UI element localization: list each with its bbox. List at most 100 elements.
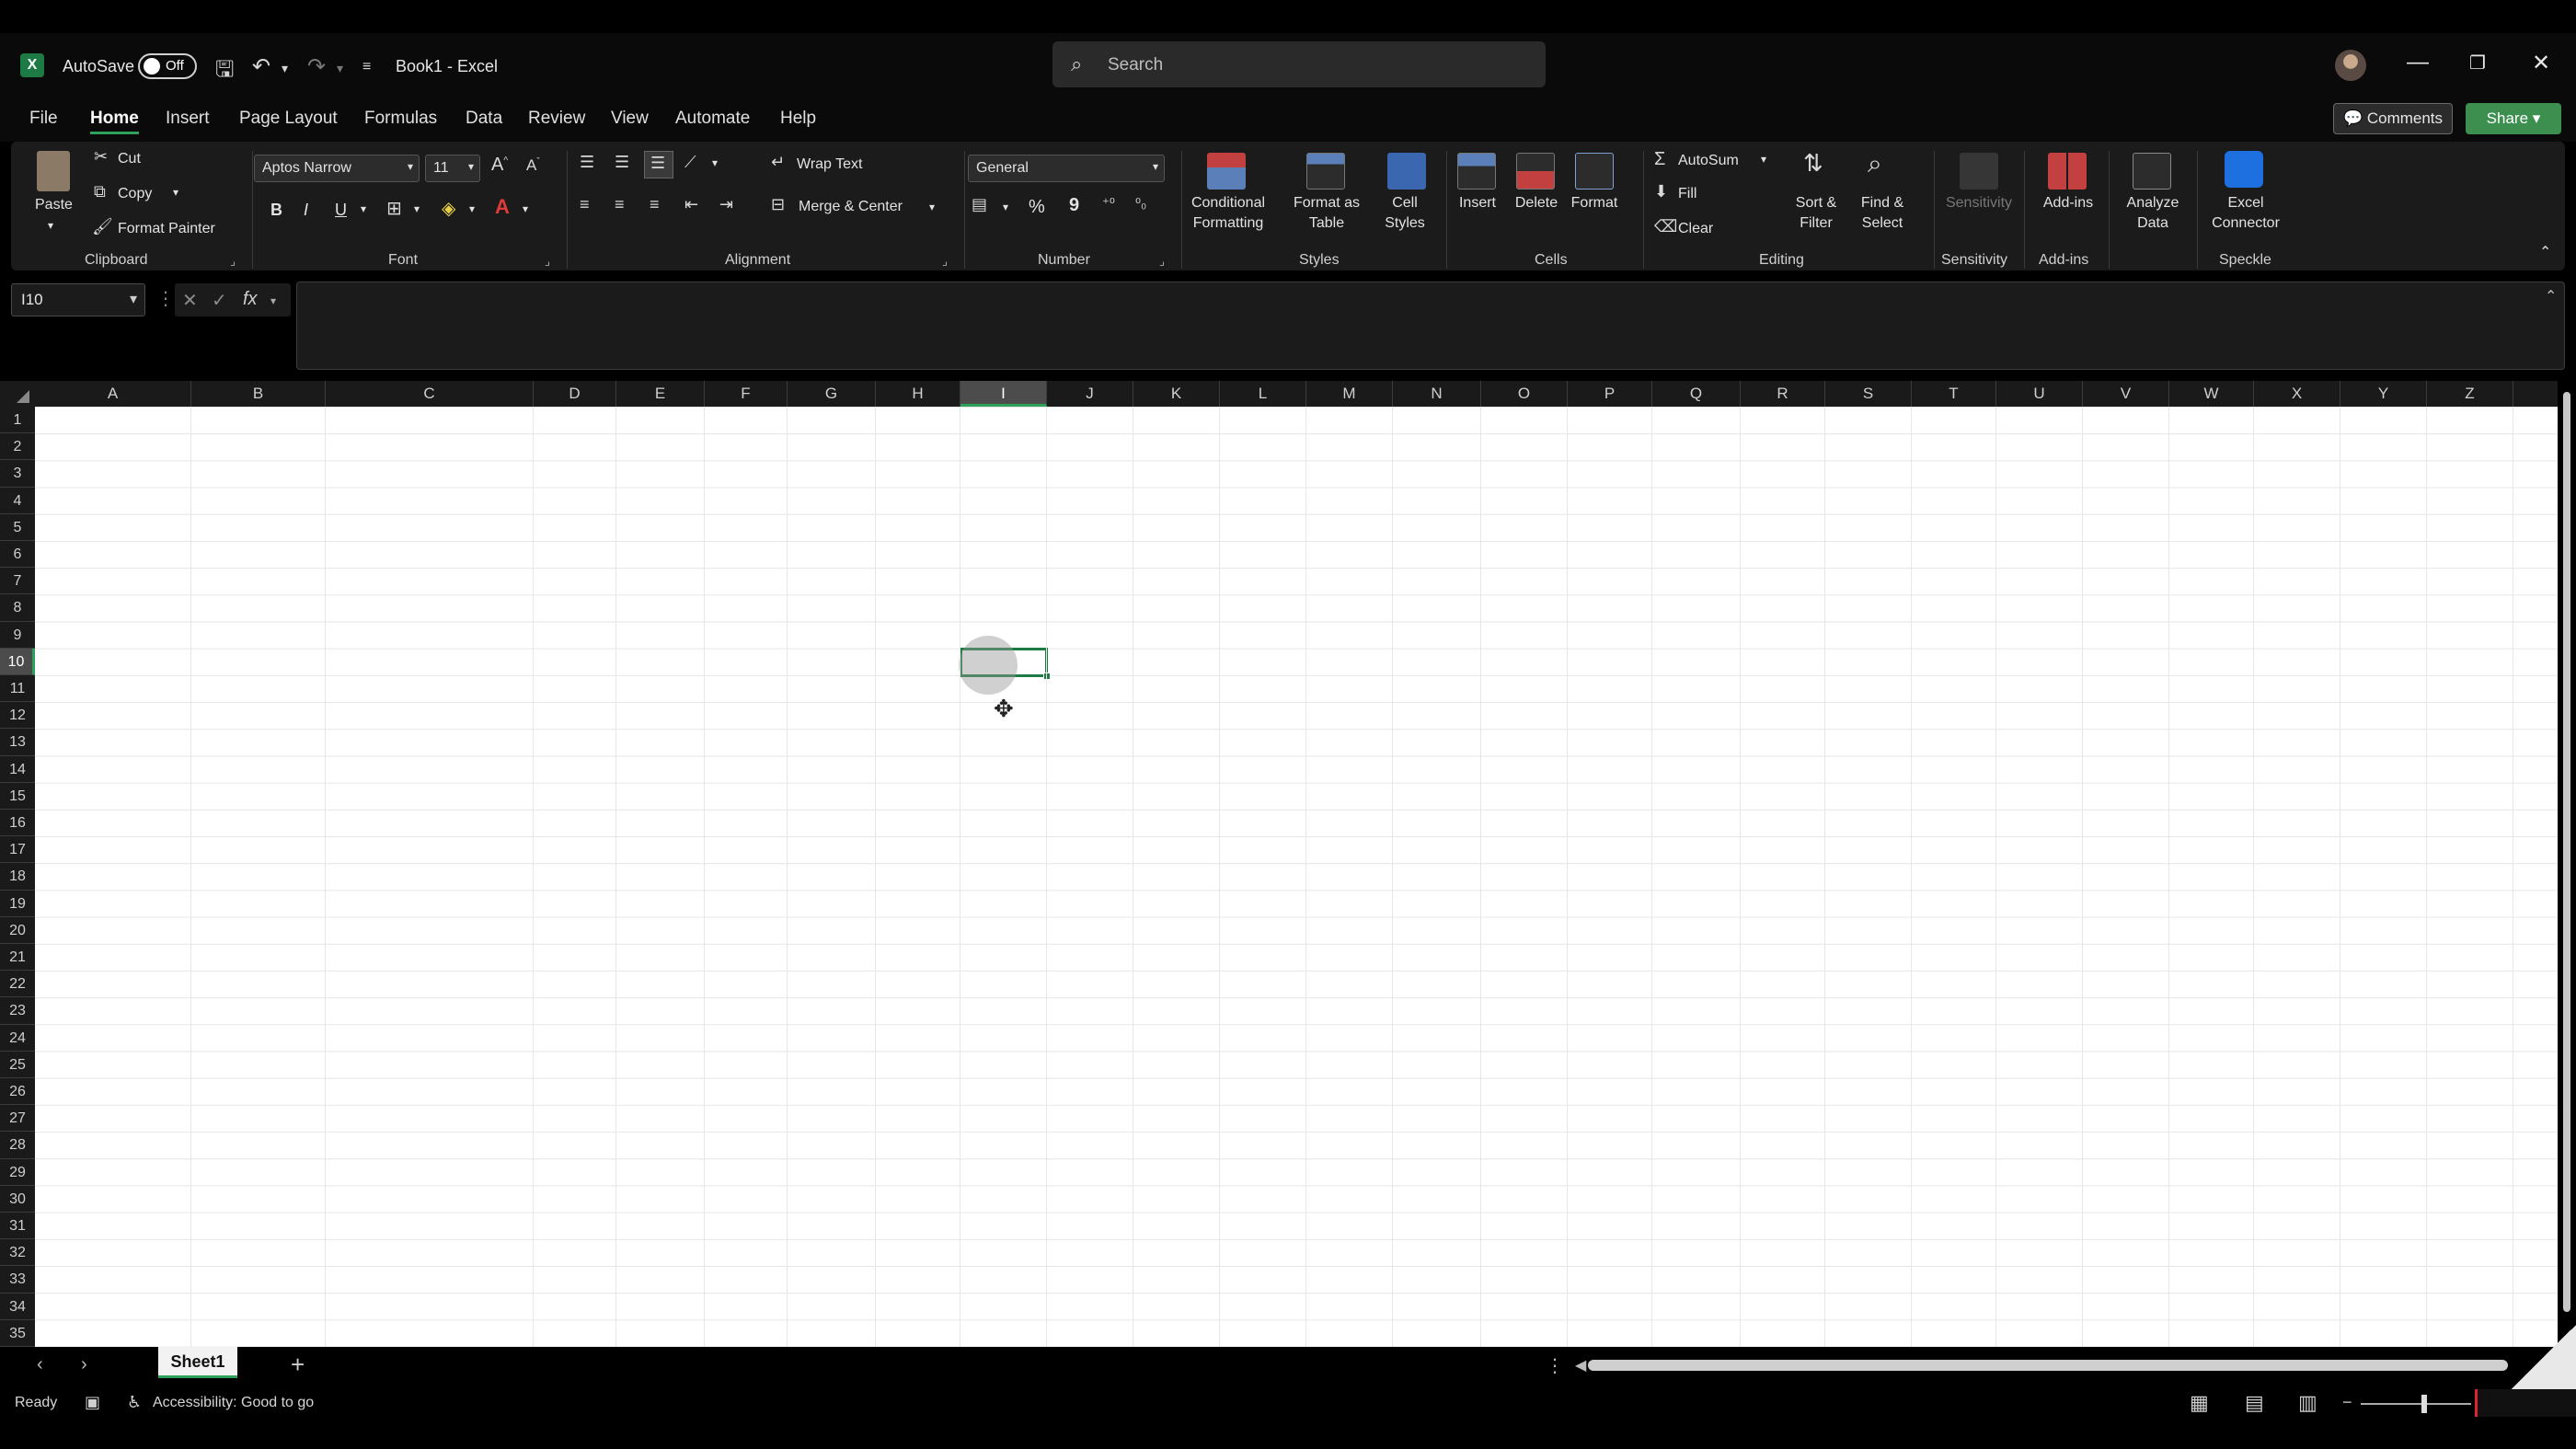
- excel-connector-button[interactable]: Excel Connector: [2201, 193, 2291, 234]
- row-header-34[interactable]: 34: [0, 1294, 35, 1320]
- sensitivity-icon[interactable]: [1960, 153, 1998, 190]
- align-right-icon[interactable]: ≡: [650, 195, 660, 214]
- row-header-29[interactable]: 29: [0, 1159, 35, 1186]
- row-header-7[interactable]: 7: [0, 568, 35, 595]
- enter-icon[interactable]: ✓: [212, 289, 227, 312]
- copy-dropdown-icon[interactable]: ▾: [173, 186, 178, 199]
- name-box[interactable]: I10 ▾: [11, 283, 145, 316]
- column-header-g[interactable]: G: [788, 381, 876, 407]
- find-select-button[interactable]: Find & Select: [1846, 193, 1919, 234]
- row-header-15[interactable]: 15: [0, 783, 35, 810]
- fill-color-icon[interactable]: ◈: [442, 197, 455, 220]
- zoom-slider-thumb[interactable]: [2421, 1395, 2427, 1413]
- row-header-4[interactable]: 4: [0, 488, 35, 514]
- row-header-23[interactable]: 23: [0, 997, 35, 1025]
- row-header-27[interactable]: 27: [0, 1105, 35, 1133]
- formula-input[interactable]: [296, 282, 2565, 370]
- column-header-y[interactable]: Y: [2340, 381, 2427, 407]
- delete-cells-label[interactable]: Delete: [1511, 193, 1562, 213]
- cancel-icon[interactable]: ✕: [182, 289, 198, 312]
- format-as-table-icon[interactable]: [1306, 153, 1345, 190]
- tab-page-layout[interactable]: Page Layout: [239, 109, 338, 129]
- select-all-button[interactable]: [0, 381, 35, 407]
- row-header-21[interactable]: 21: [0, 944, 35, 972]
- format-painter-label[interactable]: Format Painter: [118, 221, 215, 237]
- increase-font-icon[interactable]: A^: [491, 155, 508, 176]
- column-header-e[interactable]: E: [616, 381, 705, 407]
- account-avatar[interactable]: [2335, 50, 2366, 81]
- merge-center-icon[interactable]: ⊟: [771, 195, 785, 214]
- autosum-icon[interactable]: Σ: [1654, 149, 1665, 170]
- underline-button[interactable]: U: [335, 201, 347, 220]
- share-button[interactable]: Share ▾: [2466, 103, 2561, 134]
- tab-file[interactable]: File: [29, 109, 58, 129]
- column-header-f[interactable]: F: [705, 381, 788, 407]
- column-header-r[interactable]: R: [1741, 381, 1825, 407]
- redo-dropdown-icon[interactable]: ▾: [337, 61, 343, 76]
- orientation-icon[interactable]: ⟋: [684, 153, 696, 172]
- number-launcher-icon[interactable]: ⌟: [1159, 254, 1165, 269]
- column-header-q[interactable]: Q: [1652, 381, 1741, 407]
- column-header-v[interactable]: V: [2083, 381, 2169, 407]
- conditional-formatting-icon[interactable]: [1207, 153, 1246, 190]
- tab-home[interactable]: Home: [90, 109, 139, 134]
- align-middle-icon[interactable]: ☰: [615, 153, 629, 172]
- close-icon[interactable]: ✕: [2532, 50, 2550, 76]
- row-header-20[interactable]: 20: [0, 917, 35, 944]
- row-header-3[interactable]: 3: [0, 460, 35, 488]
- bold-button[interactable]: B: [270, 201, 282, 220]
- row-header-35[interactable]: 35: [0, 1320, 35, 1347]
- comments-button[interactable]: 💬 Comments: [2333, 103, 2453, 134]
- row-header-28[interactable]: 28: [0, 1132, 35, 1159]
- redo-icon[interactable]: ↷: [307, 53, 326, 80]
- sort-filter-icon[interactable]: ⇅: [1803, 149, 1823, 178]
- search-box[interactable]: ⌕ Search: [1052, 41, 1546, 87]
- page-break-view-icon[interactable]: ▥: [2298, 1391, 2317, 1415]
- format-painter-icon[interactable]: 🖌: [92, 217, 113, 236]
- row-header-11[interactable]: 11: [0, 675, 35, 703]
- tab-review[interactable]: Review: [528, 109, 585, 129]
- column-header-s[interactable]: S: [1825, 381, 1912, 407]
- column-header-m[interactable]: M: [1306, 381, 1393, 407]
- row-header-17[interactable]: 17: [0, 836, 35, 864]
- cell-area[interactable]: ✥: [35, 407, 2558, 1347]
- row-header-5[interactable]: 5: [0, 514, 35, 541]
- vertical-scrollbar[interactable]: [2558, 381, 2576, 1347]
- font-launcher-icon[interactable]: ⌟: [545, 254, 550, 269]
- addins-icon[interactable]: [2048, 153, 2087, 190]
- column-header-a[interactable]: A: [35, 381, 191, 407]
- row-header-13[interactable]: 13: [0, 729, 35, 756]
- underline-dropdown-icon[interactable]: ▾: [361, 202, 366, 215]
- insert-function-button[interactable]: fx: [243, 289, 258, 310]
- comma-button[interactable]: 9: [1069, 195, 1079, 216]
- currency-dropdown-icon[interactable]: ▾: [1003, 201, 1008, 213]
- row-header-6[interactable]: 6: [0, 541, 35, 569]
- fill-icon[interactable]: ⬇: [1654, 182, 1668, 201]
- row-header-19[interactable]: 19: [0, 891, 35, 917]
- cell-styles-button[interactable]: Cell Styles: [1374, 193, 1435, 234]
- cut-icon[interactable]: ✂: [94, 147, 108, 167]
- row-header-22[interactable]: 22: [0, 971, 35, 998]
- find-select-icon[interactable]: ⌕: [1868, 149, 1882, 179]
- clipboard-launcher-icon[interactable]: ⌟: [230, 254, 236, 269]
- column-header-z[interactable]: Z: [2427, 381, 2513, 407]
- page-layout-view-icon[interactable]: ▤: [2245, 1391, 2264, 1415]
- column-header-n[interactable]: N: [1393, 381, 1481, 407]
- column-header-u[interactable]: U: [1996, 381, 2083, 407]
- autosave-toggle[interactable]: Off: [138, 53, 197, 79]
- column-header-d[interactable]: D: [534, 381, 616, 407]
- orientation-dropdown-icon[interactable]: ▾: [712, 156, 718, 169]
- tab-automate[interactable]: Automate: [675, 109, 750, 129]
- increase-indent-icon[interactable]: ⇥: [719, 195, 733, 214]
- clear-label[interactable]: Clear: [1678, 221, 1713, 237]
- column-header-p[interactable]: P: [1568, 381, 1652, 407]
- format-cells-label[interactable]: Format: [1566, 193, 1623, 213]
- row-header-30[interactable]: 30: [0, 1186, 35, 1213]
- column-header-j[interactable]: J: [1047, 381, 1133, 407]
- align-top-icon[interactable]: ☰: [580, 153, 594, 172]
- column-header-o[interactable]: O: [1481, 381, 1568, 407]
- row-header-8[interactable]: 8: [0, 594, 35, 622]
- add-sheet-button[interactable]: +: [291, 1351, 305, 1379]
- accessibility-icon[interactable]: ♿: [127, 1393, 142, 1412]
- row-header-18[interactable]: 18: [0, 863, 35, 891]
